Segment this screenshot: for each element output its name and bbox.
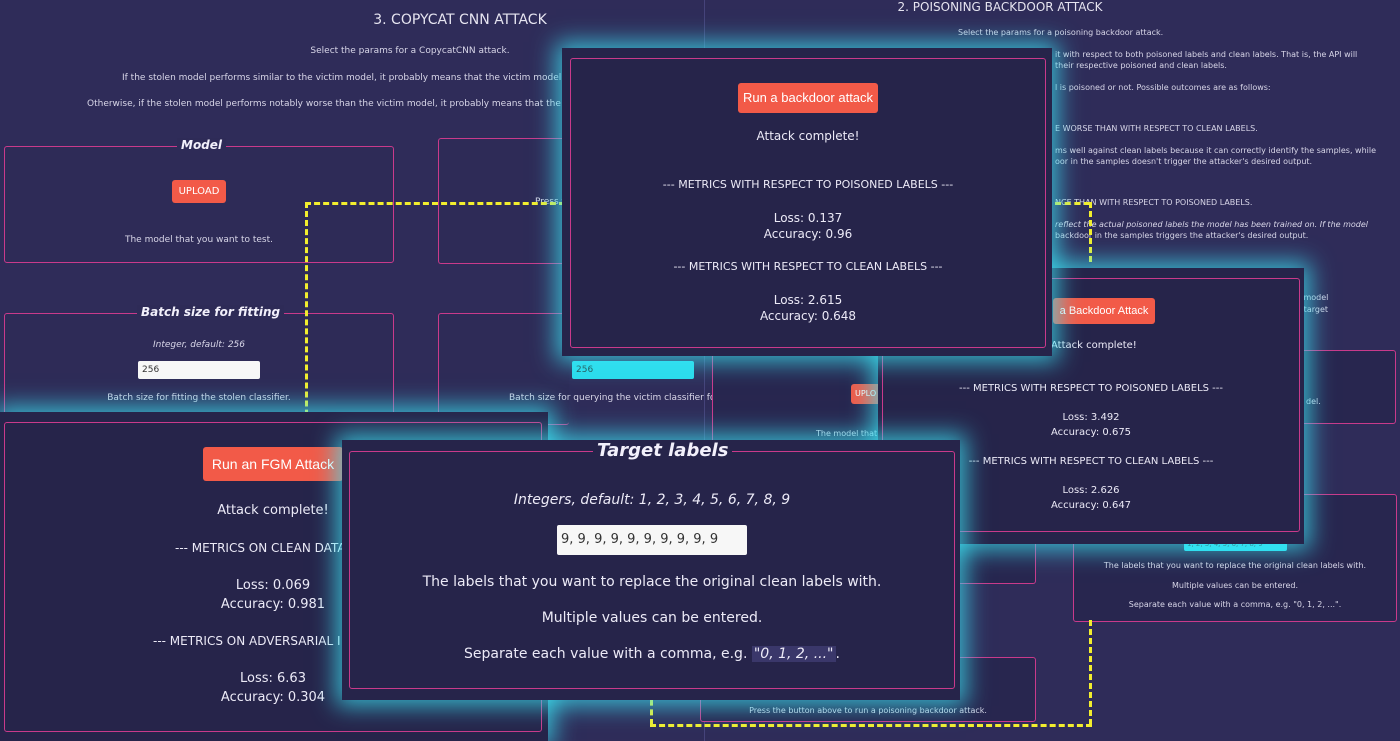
run-fgm-button[interactable]: Run an FGM Attack xyxy=(203,447,343,481)
target-labels-help-3: Separate each value with a comma, e.g. "… xyxy=(350,646,954,662)
backdoor-top-clean-loss: Loss: 2.615 xyxy=(773,293,843,307)
poison-press-text: Press the button above to run a poisonin… xyxy=(749,706,987,715)
highlight-right-upper xyxy=(1089,202,1092,262)
backdoor-right-poisoned-accuracy: Accuracy: 0.675 xyxy=(1050,427,1132,438)
poison-line-6: oor in the samples doesn't trigger the a… xyxy=(1055,157,1313,166)
batch-size-card: Batch size for fitting Integer, default:… xyxy=(4,305,394,425)
backdoor-top-clean-header: --- METRICS WITH RESPECT TO CLEAN LABELS… xyxy=(673,260,943,273)
poison-model-card: UPLO The model that yo xyxy=(712,352,889,452)
target-labels-help-3-prefix: Separate each value with a comma, e.g. xyxy=(464,646,752,662)
backdoor-result-panel-top: Run a backdoor attack Attack complete! -… xyxy=(562,48,1052,356)
highlight-top-left xyxy=(305,202,565,205)
poison-line-3: l is poisoned or not. Possible outcomes … xyxy=(1055,83,1271,92)
poison-line-1: it with respect to both poisoned labels … xyxy=(1055,50,1358,59)
target-labels-frame: Target labels Integers, default: 1, 2, 3… xyxy=(349,440,955,689)
poison-right-small-text: del. xyxy=(1306,397,1321,406)
target-labels-help-2: Multiple values can be entered. xyxy=(541,610,763,626)
poison-line-2: their respective poisoned and clean labe… xyxy=(1055,61,1227,70)
copycat-title: 3. COPYCAT CNN ATTACK xyxy=(373,12,547,28)
fgm-clean-header: --- METRICS ON CLEAN DATA xyxy=(175,541,346,555)
target-labels-help-1: The labels that you want to replace the … xyxy=(422,574,882,590)
batch-size-help: Batch size for fitting the stolen classi… xyxy=(107,393,291,403)
backdoor-top-status: Attack complete! xyxy=(756,129,860,143)
copycat-right-card: Press t xyxy=(438,138,569,264)
upload-button[interactable]: UPLOAD xyxy=(172,180,226,203)
copycat-line-1: If the stolen model performs similar to … xyxy=(122,73,582,83)
backdoor-top-clean-accuracy: Accuracy: 0.648 xyxy=(759,309,857,323)
poison-labels-help-1: The labels that you want to replace the … xyxy=(1103,561,1367,570)
query-batch-card: 256 Batch size for querying the victim c… xyxy=(438,313,715,425)
backdoor-top-poisoned-header: --- METRICS WITH RESPECT TO POISONED LAB… xyxy=(662,178,954,191)
poison-labels-help-3: Separate each value with a comma, e.g. "… xyxy=(1128,600,1342,609)
backdoor-top-poisoned-accuracy: Accuracy: 0.96 xyxy=(763,227,853,241)
highlight-bottom xyxy=(650,724,1092,727)
poison-line-9: backdoor in the samples triggers the att… xyxy=(1055,231,1309,240)
poison-line-4: E WORSE THAN WITH RESPECT TO CLEAN LABEL… xyxy=(1055,124,1258,133)
batch-size-input[interactable]: 256 xyxy=(138,361,260,379)
target-labels-legend: Target labels xyxy=(593,440,733,461)
highlight-top-right xyxy=(1055,202,1090,205)
backdoor-right-status: Attack complete! xyxy=(1051,340,1137,351)
backdoor-right-poisoned-header: --- METRICS WITH RESPECT TO POISONED LAB… xyxy=(959,383,1223,394)
query-batch-help: Batch size for querying the victim class… xyxy=(509,393,716,403)
backdoor-right-poisoned-loss: Loss: 3.492 xyxy=(1062,412,1120,423)
copycat-intro: Select the params for a CopycatCNN attac… xyxy=(310,46,510,56)
run-backdoor-button-right[interactable]: a Backdoor Attack xyxy=(1053,298,1155,324)
poison-line-5: ms well against clean labels because it … xyxy=(1055,146,1377,155)
target-labels-example: "0, 1, 2, ..." xyxy=(751,646,836,662)
highlight-right-lower xyxy=(1089,620,1092,725)
model-legend: Model xyxy=(177,138,227,152)
poison-right-small-card: del. xyxy=(1300,350,1396,424)
poison-line-8: reflect the actual poisoned labels the m… xyxy=(1055,220,1369,229)
target-labels-help-3-suffix: . xyxy=(835,646,840,662)
poison-labels-help-2: Multiple values can be entered. xyxy=(1171,581,1299,590)
copycat-line-2: Otherwise, if the stolen model performs … xyxy=(87,99,567,109)
batch-size-hint: Integer, default: 256 xyxy=(152,340,245,350)
query-batch-input[interactable]: 256 xyxy=(572,361,694,379)
backdoor-top-frame: Run a backdoor attack Attack complete! -… xyxy=(570,58,1046,348)
model-help: The model that you want to test. xyxy=(124,235,274,245)
target-labels-panel: Target labels Integers, default: 1, 2, 3… xyxy=(342,440,960,700)
poison-title: 2. POISONING BACKDOOR ATTACK xyxy=(897,0,1103,14)
run-backdoor-button-top[interactable]: Run a backdoor attack xyxy=(738,83,878,113)
fgm-adv-header: --- METRICS ON ADVERSARIAL I xyxy=(153,634,341,648)
target-labels-input[interactable]: 9, 9, 9, 9, 9, 9, 9, 9, 9, 9 xyxy=(557,525,747,555)
poison-intro: Select the params for a poisoning backdo… xyxy=(958,28,1164,37)
target-labels-hint: Integers, default: 1, 2, 3, 4, 5, 6, 7, … xyxy=(513,492,791,508)
backdoor-top-poisoned-loss: Loss: 0.137 xyxy=(773,211,843,225)
batch-size-legend: Batch size for fitting xyxy=(137,305,285,319)
